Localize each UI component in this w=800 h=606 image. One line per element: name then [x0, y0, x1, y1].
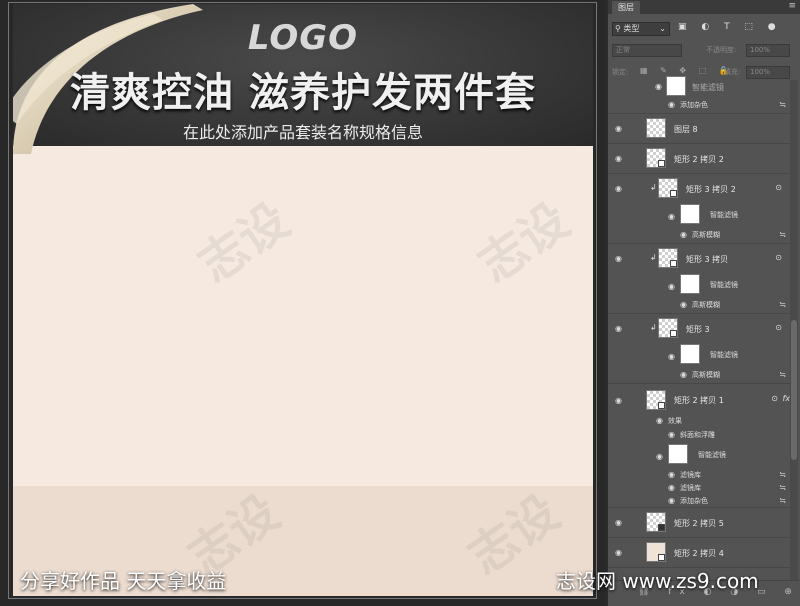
clip-arrow-icon: ↲: [650, 183, 657, 192]
smart-object-icon: ⊙: [771, 394, 778, 403]
layer-thumbnail: [646, 390, 666, 410]
eye-icon[interactable]: ◉: [668, 282, 675, 291]
product-headline: 清爽控油 滋养护发两件套: [70, 70, 536, 116]
filter-options-icon[interactable]: ≒: [779, 470, 786, 479]
layer-row[interactable]: ◉ ↲ 矩形 3 拷贝 2 ⊙ ◉ 智能滤镜 ◉ 高斯模糊 ≒: [608, 174, 792, 244]
eye-icon[interactable]: ◉: [668, 212, 675, 221]
artboard[interactable]: LOGO 清爽控油 滋养护发两件套 在此处添加产品套装名称规格信息 志设 志设 …: [13, 4, 593, 596]
eye-icon[interactable]: ◉: [656, 452, 663, 461]
layer-thumbnail: [646, 542, 666, 562]
product-subline: 在此处添加产品套装名称规格信息: [182, 123, 423, 142]
layers-panel: 图层 ≡ ⚲ 类型 ⌄ ▣ ◐ T ⬚ ● 正常 不透明度: 100% 锁定: ▦…: [608, 0, 800, 606]
eye-icon[interactable]: ◉: [615, 124, 622, 133]
fill-input[interactable]: 100%: [746, 66, 790, 79]
watermark-slogan: 分享好作品 天天拿收益: [20, 569, 227, 593]
lock-icons[interactable]: ▦ ✎ ✥ ⬚ 🔒: [640, 66, 734, 75]
smart-filter-thumbnail: [666, 76, 686, 96]
eye-icon[interactable]: ◉: [655, 82, 662, 91]
filter-options-icon[interactable]: ≒: [779, 230, 786, 239]
eye-icon[interactable]: ◉: [615, 254, 622, 263]
eye-icon[interactable]: ◉: [668, 430, 675, 439]
eye-icon[interactable]: ◉: [668, 483, 675, 492]
eye-icon[interactable]: ◉: [656, 416, 663, 425]
eye-icon[interactable]: ◉: [615, 324, 622, 333]
opacity-label: 不透明度:: [706, 46, 737, 54]
eye-icon[interactable]: ◉: [668, 470, 675, 479]
chevron-down-icon: ⌄: [659, 24, 666, 33]
layer-row[interactable]: ◉ ↲ 矩形 3 ⊙ ◉ 智能滤镜 ◉ 高斯模糊 ≒: [608, 314, 792, 384]
eye-icon[interactable]: ◉: [615, 154, 622, 163]
filter-options-icon[interactable]: ≒: [779, 496, 786, 505]
layer-thumbnail: [646, 148, 666, 168]
opacity-input[interactable]: 100%: [746, 44, 790, 57]
layer-thumbnail: [658, 248, 678, 268]
lock-label: 锁定:: [612, 68, 629, 76]
layer-thumbnail: [646, 118, 666, 138]
document-canvas[interactable]: LOGO 清爽控油 滋养护发两件套 在此处添加产品套装名称规格信息 志设 志设 …: [0, 0, 606, 606]
watermark-site: 志设网 www.zs9.com: [556, 569, 759, 593]
smart-filter-thumbnail: [668, 444, 688, 464]
layer-row[interactable]: ◉ 矩形 2 拷贝 5: [608, 508, 792, 538]
panel-tabbar: 图层 ≡: [608, 0, 800, 14]
layers-scrollbar[interactable]: [790, 80, 798, 580]
filter-options-icon[interactable]: ≒: [779, 300, 786, 309]
smart-filter-thumbnail: [680, 344, 700, 364]
smart-object-icon: ⊙: [775, 253, 782, 262]
smart-object-icon: ⊙: [775, 183, 782, 192]
fx-icon[interactable]: fx: [782, 394, 790, 403]
layer-row[interactable]: ◉ 矩形 2 拷贝 4: [608, 538, 792, 568]
eye-icon[interactable]: ◉: [680, 230, 687, 239]
eye-icon[interactable]: ◉: [668, 100, 675, 109]
layer-row[interactable]: 智能滤镜 ◉ ◉ 添加杂色 ≒: [608, 76, 792, 114]
smart-filter-thumbnail: [680, 204, 700, 224]
blend-row: 正常 不透明度: 100%: [612, 44, 796, 58]
layer-row[interactable]: ◉ ↲ 矩形 3 拷贝 ⊙ ◉ 智能滤镜 ◉ 高斯模糊 ≒: [608, 244, 792, 314]
eye-icon[interactable]: ◉: [680, 300, 687, 309]
layer-row[interactable]: ◉ 图层 8: [608, 114, 792, 144]
eye-icon[interactable]: ◉: [615, 548, 622, 557]
logo-text: LOGO: [247, 18, 359, 58]
layer-filter-row: ⚲ 类型 ⌄ ▣ ◐ T ⬚ ●: [612, 22, 796, 38]
faint-watermark: 志设: [188, 192, 300, 294]
fill-label: 填充:: [724, 68, 741, 76]
layer-row[interactable]: ◉ 矩形 2 拷贝 2: [608, 144, 792, 174]
layer-thumbnail: [658, 178, 678, 198]
layer-thumbnail: [658, 318, 678, 338]
filter-type-icons[interactable]: ▣ ◐ T ⬚ ●: [678, 22, 782, 32]
eye-icon[interactable]: ◉: [615, 184, 622, 193]
filter-options-icon[interactable]: ≒: [779, 483, 786, 492]
lock-row: 锁定: ▦ ✎ ✥ ⬚ 🔒 填充: 100%: [612, 66, 796, 80]
scrollbar-thumb[interactable]: [791, 320, 797, 460]
clip-arrow-icon: ↲: [650, 253, 657, 262]
hamburger-menu-icon[interactable]: ≡: [788, 1, 796, 11]
layers-list: 智能滤镜 ◉ ◉ 添加杂色 ≒ ◉ 图层 8 ◉ 矩形 2 拷贝 2 ◉ ↲ 矩…: [608, 76, 792, 580]
filter-options-icon[interactable]: ≒: [779, 370, 786, 379]
layer-thumbnail: [646, 512, 666, 532]
smart-filter-thumbnail: [680, 274, 700, 294]
eye-icon[interactable]: ◉: [680, 370, 687, 379]
filter-options-icon[interactable]: ≒: [779, 100, 786, 109]
eye-icon[interactable]: ◉: [615, 518, 622, 527]
eye-icon[interactable]: ◉: [668, 496, 675, 505]
header-banner: LOGO 清爽控油 滋养护发两件套 在此处添加产品套装名称规格信息: [13, 4, 593, 154]
eye-icon[interactable]: ◉: [668, 352, 675, 361]
filter-kind-select[interactable]: ⚲ 类型 ⌄: [612, 22, 670, 36]
tab-layers[interactable]: 图层: [612, 1, 640, 14]
smart-object-icon: ⊙: [775, 323, 782, 332]
blend-mode-select[interactable]: 正常: [612, 44, 682, 57]
faint-watermark: 志设: [468, 192, 580, 294]
layer-row[interactable]: ◉ 矩形 2 拷贝 1 ⊙ fx ◉ 效果 ◉ 斜面和浮雕 ◉ 智能滤镜 ◉ 滤…: [608, 384, 792, 508]
clip-arrow-icon: ↲: [650, 323, 657, 332]
eye-icon[interactable]: ◉: [615, 396, 622, 405]
faint-watermark: 志设: [458, 484, 570, 586]
